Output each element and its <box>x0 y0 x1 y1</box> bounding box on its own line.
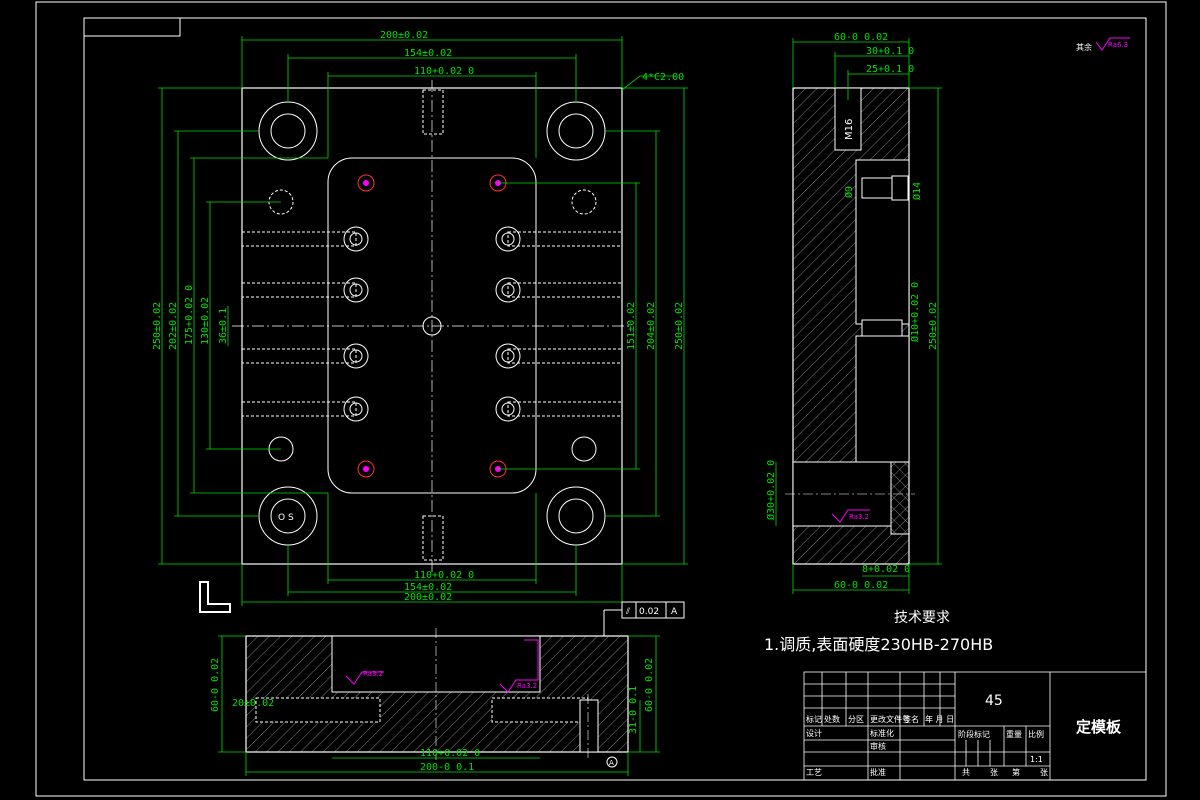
dim-8: 8+0.02 0 <box>862 564 910 575</box>
tb-label-1: 处数 <box>824 714 840 724</box>
tb-sheet-2: 第 <box>1012 767 1020 777</box>
dim-154-top: 154±0.02 <box>404 48 452 59</box>
bolt-inner-circle <box>501 232 515 246</box>
roughness-side: Ra3.2 <box>849 513 869 521</box>
title-block-row-labels: 标记 处数 分区 更改文件号 签名 年 月 日 <box>806 714 954 724</box>
bolt-bore <box>241 231 357 247</box>
dim-30: 30+0.1 0 <box>866 46 914 57</box>
dim-151-right: 151±0.02 <box>626 302 637 350</box>
screw-holes <box>268 189 597 462</box>
tol-value: 0.02 <box>639 607 659 617</box>
chamfer-note: 4*C2.00 <box>642 72 684 83</box>
front-view: 60-0 0.02 60-0 0.02 20±0.02 31-0 0.1 110… <box>210 601 685 776</box>
datum-label: A <box>609 759 614 767</box>
bolt-head-circle <box>495 226 521 252</box>
hole-9: Ø9 <box>843 186 855 198</box>
tb-weight: 重量 <box>1006 729 1022 739</box>
dim-200-bottom: 200±0.02 <box>404 592 452 603</box>
roughness-front-2: Ra3.2 <box>517 682 537 690</box>
tb-stage: 阶段标记 <box>958 729 990 739</box>
tb-approve: 批准 <box>870 767 886 777</box>
dim-60-front-right: 60-0 0.02 <box>644 658 655 712</box>
dim-110-bottom: 110+0.02 0 <box>414 570 474 581</box>
tolerance-frame: ⫽ 0.02 A <box>603 601 685 636</box>
side-view: 60-0 0.02 30+0.1 0 25+0.1 0 M16 Ø9 Ø14 Ø… <box>765 32 942 594</box>
dim-130-left: 130±0.02 <box>200 297 211 345</box>
general-roughness: 其余 Ra6.3 <box>1076 37 1130 52</box>
roughness-front-1: Ra3.2 <box>363 670 383 678</box>
dim-60-bottom: 60-0 0.02 <box>834 580 888 591</box>
dim-200-top: 200±0.02 <box>380 30 428 41</box>
cad-drawing-canvas: 200±0.02 154±0.02 110+0.02 0 110+0.02 0 … <box>35 1 1167 797</box>
bolt-bore <box>241 282 357 298</box>
bolt-bore <box>507 231 623 247</box>
bolt-head-circle <box>495 343 521 369</box>
dim-60-top: 60-0 0.02 <box>834 32 888 43</box>
material-label: 45 <box>985 693 1003 709</box>
tb-scale: 1:1 <box>1030 755 1043 764</box>
tech-req-heading: 技术要求 <box>894 610 950 626</box>
tb-label-4: 签名 <box>903 714 919 724</box>
tb-process: 工艺 <box>806 768 822 777</box>
top-view: 200±0.02 154±0.02 110+0.02 0 110+0.02 0 … <box>152 30 688 613</box>
tol-datum: A <box>671 607 678 617</box>
bolt-inner-circle <box>501 283 515 297</box>
dim-60-front-left: 60-0 0.02 <box>210 658 221 712</box>
tb-standard: 标准化 <box>870 728 894 738</box>
tol-symbol: ⫽ <box>625 607 630 617</box>
dim-25: 25+0.1 0 <box>866 64 914 75</box>
dim-250-left: 250±0.02 <box>152 302 163 350</box>
bolt-inner-circle <box>501 402 515 416</box>
tb-design: 设计 <box>806 728 822 738</box>
dim-20: 20±0.02 <box>232 698 274 709</box>
dim-36-left: 36±0.1 <box>218 308 229 344</box>
bolt-bore <box>241 348 357 364</box>
tb-sheet-1: 张 <box>990 768 998 777</box>
dim-200-front: 200-0 0.1 <box>420 762 474 773</box>
dim-110-top: 110+0.02 0 <box>414 66 474 77</box>
dim-250-side: 250±0.02 <box>928 302 939 350</box>
tech-req-item-1: 1.调质,表面硬度230HB-270HB <box>764 635 993 654</box>
bolt-head-circle <box>495 396 521 422</box>
drawing-title: 定模板 <box>1076 718 1122 736</box>
dim-202-left: 202±0.02 <box>168 302 179 350</box>
dim-250-right: 250±0.02 <box>674 302 685 350</box>
roughness-prefix: 其余 <box>1076 42 1092 52</box>
hole-10: Ø10+0.02 0 <box>909 282 921 342</box>
bolt-bore <box>507 401 623 417</box>
tb-scale-label: 比例 <box>1028 729 1044 739</box>
center-marks: O S <box>278 513 294 523</box>
corner-datum-mark <box>199 581 231 613</box>
bolt-inner-circle <box>501 349 515 363</box>
dim-110-front: 110+0.02 0 <box>420 748 480 759</box>
tb-label-5: 年 月 日 <box>925 714 954 724</box>
dim-204-right: 204±0.02 <box>646 302 657 350</box>
bolt-bore <box>507 282 623 298</box>
tb-sheet-0: 共 <box>962 768 970 777</box>
bolt-head-circle <box>495 277 521 303</box>
corner-box <box>83 17 181 37</box>
tb-sheet-3: 张 <box>1040 768 1048 777</box>
hole-30: Ø30+0.02 0 <box>765 460 777 520</box>
bolt-bore <box>241 401 357 417</box>
roughness-general: Ra6.3 <box>1108 41 1128 49</box>
tb-review: 审核 <box>870 741 886 751</box>
hole-14: Ø14 <box>911 182 923 200</box>
dim-31: 31-0 0.1 <box>628 686 639 734</box>
thread-label: M16 <box>844 119 855 140</box>
bolt-bore <box>507 348 623 364</box>
tb-label-0: 标记 <box>806 714 822 724</box>
dim-175-left: 175+0.02 0 <box>184 285 195 345</box>
tb-label-2: 分区 <box>848 715 864 724</box>
